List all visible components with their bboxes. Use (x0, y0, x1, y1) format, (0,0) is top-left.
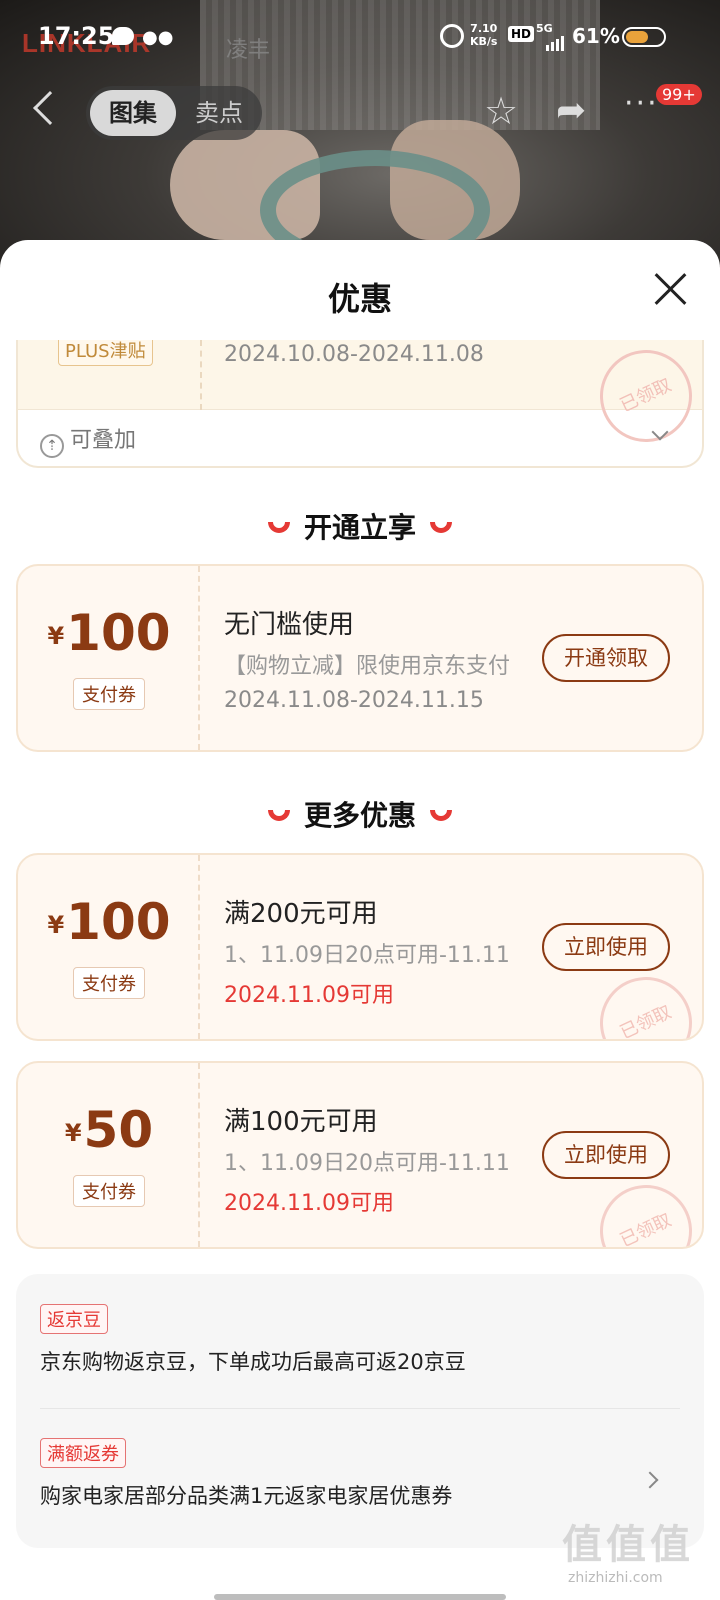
section-title-activate: 开通立享 (0, 506, 720, 546)
coupon-amount: ¥50 (18, 1101, 200, 1159)
site-watermark: 值值值 (562, 1522, 694, 1568)
coupon-value-area: ¥100 支付券 (18, 855, 200, 1039)
coupon-date: 2024.11.09可用 (224, 1191, 394, 1216)
coupon-amount-value: 100 (66, 893, 171, 951)
smile-icon (430, 522, 452, 533)
tab-selling-points[interactable]: 卖点 (176, 90, 262, 136)
coupon-divider (198, 566, 200, 750)
activate-claim-button[interactable]: 开通领取 (542, 634, 670, 682)
coupon-card-100: ¥50 支付券 满100元可用 1、11.09日20点可用-11.11 2024… (16, 1061, 704, 1249)
more-menu-icon[interactable]: ··· (624, 86, 659, 121)
status-bar: 17:25 ●● 7.10 KB/s HD 5G 61% (0, 18, 720, 58)
jingdou-reward-row: 返京豆 京东购物返京豆，下单成功后最高可返20京豆 (40, 1304, 680, 1376)
coupon-card-no-threshold: ¥100 支付券 无门槛使用 【购物立减】限使用京东支付 2024.11.08-… (16, 564, 704, 752)
coupon-type-tag: 支付券 (73, 1175, 145, 1207)
message-icon (112, 27, 134, 45)
coupon-card-200: ¥100 支付券 满200元可用 1、11.09日20点可用-11.11 202… (16, 853, 704, 1041)
coupon-amount: ¥100 (18, 893, 200, 951)
smile-icon (267, 810, 290, 821)
coupon-type-tag: 支付券 (73, 967, 145, 999)
currency-symbol: ¥ (47, 622, 65, 650)
discount-sheet: 优惠 PLUS津贴 2024.10.08-2024.11.08 已领取 ⇡ 可叠加… (0, 240, 720, 1600)
notification-badge: 99+ (656, 84, 702, 105)
currency-symbol: ¥ (47, 911, 65, 939)
section-title-text: 开通立享 (303, 511, 416, 544)
hd-icon: HD (508, 26, 535, 42)
claimed-stamp: 已领取 (584, 1169, 702, 1247)
plus-subsidy-tag: PLUS津贴 (58, 340, 153, 366)
jingdou-tag: 返京豆 (40, 1304, 108, 1334)
claimed-stamp: 已领取 (584, 961, 702, 1039)
battery-icon (622, 27, 666, 47)
status-time: 17:25 (38, 22, 115, 50)
coupon-description: 1、11.09日20点可用-11.11 (224, 943, 510, 968)
coupon-card-top: PLUS津贴 2024.10.08-2024.11.08 已领取 (18, 340, 702, 458)
use-now-button[interactable]: 立即使用 (542, 923, 670, 971)
coupon-reward-row[interactable]: 满额返券 购家电家居部分品类满1元返家电家居优惠券 (40, 1438, 680, 1510)
smile-icon (267, 522, 290, 533)
sheet-title: 优惠 (327, 280, 392, 318)
claimed-stamp: 已领取 (584, 340, 702, 458)
signal-bars-icon (546, 32, 566, 51)
coupon-date: 2024.10.08-2024.11.08 (224, 342, 484, 367)
network-speed: 7.10 KB/s (470, 22, 497, 48)
share-icon[interactable]: ➦ (556, 90, 586, 131)
plus-subsidy-coupon: PLUS津贴 2024.10.08-2024.11.08 已领取 ⇡ 可叠加 (16, 340, 704, 468)
network-speed-unit: KB/s (470, 35, 498, 48)
battery-percent: 61% (572, 24, 620, 48)
benefits-box: 返京豆 京东购物返京豆，下单成功后最高可返20京豆 满额返券 购家电家居部分品类… (16, 1274, 704, 1548)
coupon-amount: ¥100 (18, 604, 200, 662)
coupon-description: 【购物立减】限使用京东支付 (224, 654, 511, 679)
coupon-title: 无门槛使用 (224, 610, 355, 640)
currency-symbol: ¥ (64, 1119, 82, 1147)
gallery-tabs: 图集 卖点 (86, 86, 262, 140)
favorite-star-icon[interactable]: ☆ (484, 92, 518, 130)
jingdou-text: 京东购物返京豆，下单成功后最高可返20京豆 (40, 1350, 466, 1374)
section-title-text: 更多优惠 (303, 799, 416, 832)
coupon-divider (200, 340, 202, 410)
coupon-divider (198, 855, 200, 1039)
coupon-amount-value: 50 (83, 1101, 154, 1159)
coupon-value-area: ¥50 支付券 (18, 1063, 200, 1247)
coupon-reward-tag: 满额返券 (40, 1438, 126, 1468)
stack-icon: ⇡ (40, 434, 64, 458)
site-watermark-url: zhizhizhi.com (568, 1570, 663, 1586)
coupon-amount-value: 100 (66, 604, 171, 662)
coupon-type-tag: 支付券 (73, 678, 145, 710)
network-speed-value: 7.10 (470, 22, 498, 35)
coupon-value-area: ¥100 支付券 (18, 566, 200, 750)
coupon-title: 满100元可用 (224, 1107, 378, 1137)
stackable-row[interactable]: ⇡ 可叠加 (40, 422, 136, 458)
tab-gallery[interactable]: 图集 (90, 90, 176, 136)
coupon-title: 满200元可用 (224, 899, 378, 929)
coupon-description: 1、11.09日20点可用-11.11 (224, 1151, 510, 1176)
coupon-divider (198, 1063, 200, 1247)
use-now-button[interactable]: 立即使用 (542, 1131, 670, 1179)
home-indicator[interactable] (214, 1594, 506, 1600)
coupon-date: 2024.11.09可用 (224, 983, 394, 1008)
top-nav: 图集 卖点 ☆ ➦ ··· 99+ (0, 82, 720, 142)
divider (40, 1408, 680, 1409)
close-icon[interactable] (654, 272, 688, 306)
section-title-more: 更多优惠 (0, 794, 720, 834)
coupon-reward-text: 购家电家居部分品类满1元返家电家居优惠券 (40, 1484, 453, 1508)
stackable-label: 可叠加 (70, 428, 137, 453)
back-arrow-icon[interactable] (33, 91, 67, 125)
smile-icon (430, 810, 452, 821)
wechat-icon: ●● (142, 27, 174, 48)
alarm-icon (440, 24, 464, 48)
coupon-date: 2024.11.08-2024.11.15 (224, 688, 484, 713)
